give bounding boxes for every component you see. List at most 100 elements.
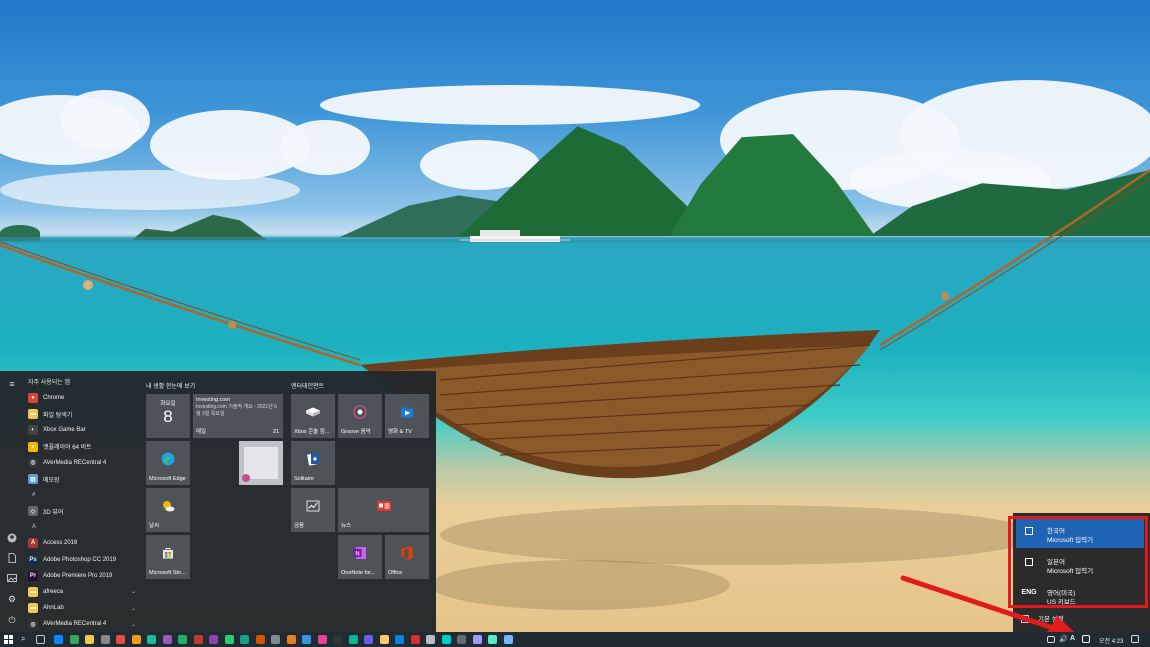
settings-gear-icon[interactable]: ⚙ [5,592,19,606]
volume-icon[interactable]: 🔊 [1059,635,1068,643]
app-list: 자주 사용되는 앱 ● Chrome ▬ 파일 탐색기 ◐ Xbox Game Bar ● 맷… [24,377,140,632]
taskbar-app-icon[interactable] [503,635,513,644]
app-list-label: 메모장 [43,477,60,484]
weather-sun-icon [163,501,175,512]
finance-label: 금융 [294,523,305,529]
app-list-item[interactable]: ◐ Xbox Game Bar [24,422,140,438]
app-icon: Pr [28,570,38,581]
store-tile[interactable]: Microsoft Sto... [146,535,190,579]
calendar-day-name: 화요일 [160,401,176,407]
app-list-item[interactable]: ◎ AVerMedia RECentral 4 ⌄ [24,616,140,632]
ime-mode-indicator[interactable]: A [1070,635,1075,642]
taskbar-app-icon[interactable] [116,635,125,644]
taskbar-app-icon[interactable] [410,635,420,644]
finance-tile[interactable]: 금융 [291,488,335,532]
taskbar-app-icon[interactable] [271,635,280,644]
mail-tile[interactable]: Investing.com Investing.com 기술적 개요 - 202… [193,394,283,438]
chevron-down-icon[interactable]: ⌄ [131,605,136,612]
taskbar-app-icon[interactable] [472,635,482,644]
taskbar-app-icon[interactable] [147,635,156,644]
app-list-item[interactable]: ▬ AhnLab ⌄ [24,600,140,616]
documents-icon[interactable] [5,551,19,565]
office-icon [401,546,413,560]
xbox-console-tile[interactable]: Xbox 콘솔 컴... [291,394,335,438]
taskbar-app-icon[interactable] [131,635,141,644]
app-list-item[interactable]: ◇ 3D 뷰어 [24,503,140,519]
chevron-down-icon[interactable]: ⌄ [131,588,136,595]
taskbar-app-icon[interactable] [224,635,234,644]
app-list-item[interactable]: Ps Adobe Photoshop CC 2019 [24,552,140,568]
groove-tile[interactable]: Groove 음악 [338,394,382,438]
app-icon: ▬ [28,409,38,420]
taskbar-app-icon[interactable] [333,635,342,644]
task-view-icon[interactable] [36,635,45,644]
app-list-item[interactable]: ▬ afreeca ⌄ [24,584,140,600]
pictures-icon[interactable] [5,571,19,585]
taskbar-app-icon[interactable] [426,635,435,644]
search-icon[interactable]: ⌕ [21,634,25,644]
xbox-console-icon [306,407,320,417]
office-tile[interactable]: Office [385,535,429,579]
app-icon: ● [28,393,38,404]
app-list-item[interactable]: ● 맷플레이어 64 비트 [24,439,140,455]
onenote-label: OneNote for... [341,570,376,576]
taskbar-app-icon[interactable] [240,635,249,644]
app-icon: ◐ [28,425,38,436]
taskbar-app-icon[interactable] [457,635,466,644]
network-icon[interactable] [1047,636,1055,643]
taskbar-app-icon[interactable] [255,635,265,644]
app-list-label: 맷플레이어 64 비트 [43,445,92,452]
app-list-label: afreeca [43,588,64,595]
news-icon [376,501,391,512]
app-list-label: 3D 뷰어 [43,509,64,516]
onenote-tile[interactable]: N OneNote for... [338,535,382,579]
app-icon: ▬ [28,603,38,614]
input-language-icon[interactable] [1082,635,1090,643]
app-list-item[interactable]: ▬ 파일 탐색기 [24,406,140,422]
taskbar-app-icon[interactable] [100,635,110,644]
group-title-entertainment: 엔터테인먼트 [291,384,325,390]
taskbar-app-icon[interactable] [54,635,63,644]
power-icon[interactable]: ⏻ [5,613,19,627]
app-list-item[interactable]: ● Chrome [24,390,140,406]
section-letter-header[interactable]: A [24,519,140,535]
weather-tile[interactable]: 날씨 [146,488,190,532]
onenote-icon: N [353,547,366,560]
taskbar-app-icon[interactable] [488,635,497,644]
app-list-item[interactable]: ◎ AVerMedia RECentral 4 [24,455,140,471]
taskbar-clock[interactable]: 오전 4:23 [1099,636,1123,645]
taskbar-app-icon[interactable] [348,635,358,644]
news-tile[interactable]: 뉴스 [338,488,429,532]
taskbar-app-icon[interactable] [162,635,172,644]
calendar-day-number: 8 [163,407,173,426]
taskbar-app-icon[interactable] [441,635,451,644]
movies-tv-tile[interactable]: 영화 & TV [385,394,429,438]
chevron-down-icon[interactable]: ⌄ [131,621,136,628]
taskbar-app-icon[interactable] [302,635,311,644]
notifications-icon[interactable] [1131,635,1139,643]
taskbar-app-icon[interactable] [69,635,79,644]
taskbar-app-icon[interactable] [85,635,94,644]
hamburger-menu-icon[interactable]: ≡ [5,377,19,391]
taskbar-app-icon[interactable] [317,635,327,644]
app-list-item[interactable]: ▤ 메모장 [24,471,140,487]
calendar-tile[interactable]: 화요일 8 [146,394,190,438]
app-list-item[interactable]: A Access 2016 [24,535,140,551]
app-list-item[interactable]: Pr Adobe Premiere Pro 2019 [24,568,140,584]
xbox-console-label: Xbox 콘솔 컴... [294,429,330,435]
mail-app-label: 메일 [196,429,207,435]
photos-tile[interactable] [239,441,283,485]
section-letter-header[interactable]: # [24,487,140,503]
taskbar-app-icon[interactable] [286,635,296,644]
taskbar-app-icon[interactable] [209,635,218,644]
taskbar-app-icon[interactable] [178,635,187,644]
taskbar-app-icon[interactable] [364,635,373,644]
app-list-label: AhnLab [43,605,64,612]
solitaire-tile[interactable]: ♠ Solitaire [291,441,335,485]
taskbar-app-icon[interactable] [193,635,203,644]
user-account-icon[interactable] [5,531,19,545]
taskbar-app-icon[interactable] [395,635,404,644]
edge-tile[interactable]: Microsoft Edge [146,441,190,485]
windows-start-icon[interactable] [4,635,13,644]
taskbar-app-icon[interactable] [379,635,389,644]
